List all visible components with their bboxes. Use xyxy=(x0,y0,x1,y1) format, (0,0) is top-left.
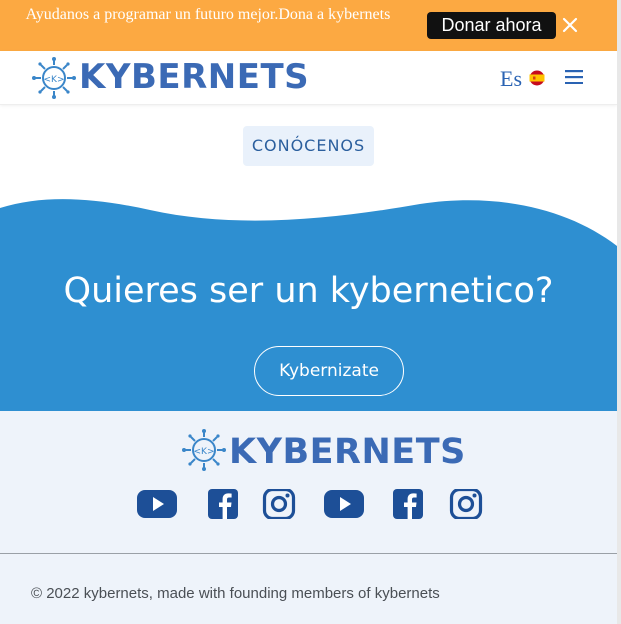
footer-brand-name: KYBERNETS xyxy=(229,432,466,472)
instagram-icon[interactable] xyxy=(259,489,299,519)
facebook-icon[interactable] xyxy=(203,489,243,519)
donation-banner-text: Ayudanos a programar un futuro mejor.Don… xyxy=(25,6,391,23)
scrollbar-track[interactable] xyxy=(617,0,621,624)
footer-logo[interactable]: <K> KYBERNETS xyxy=(180,429,465,473)
kybernizate-button[interactable]: Kybernizate xyxy=(254,346,404,396)
donation-banner: Ayudanos a programar un futuro mejor.Don… xyxy=(0,0,617,51)
logo-inner-text: <K> xyxy=(194,447,215,457)
language-selector[interactable]: Es xyxy=(500,67,522,91)
logo-mark-icon: <K> xyxy=(32,57,76,99)
footer-bottom: © 2022 kybernets, made with founding mem… xyxy=(0,554,617,624)
navbar: <K> KYBERNETS Es xyxy=(0,51,617,105)
logo-inner-text: <K> xyxy=(44,75,65,85)
youtube-icon[interactable] xyxy=(324,489,364,519)
brand-logo[interactable]: <K> KYBERNETS xyxy=(30,57,309,101)
spain-flag-icon[interactable] xyxy=(529,70,545,86)
brand-name: KYBERNETS xyxy=(79,57,310,97)
logo-mark-icon: <K> xyxy=(182,429,226,471)
cta-heading: Quieres ser un kybernetico? xyxy=(63,271,554,311)
youtube-icon[interactable] xyxy=(137,489,177,519)
about-us-button[interactable]: CONÓCENOS xyxy=(243,126,374,166)
donate-button[interactable]: Donar ahora xyxy=(427,12,556,39)
hamburger-menu-icon[interactable] xyxy=(565,70,583,84)
footer: <K> KYBERNETS xyxy=(0,411,617,554)
facebook-icon[interactable] xyxy=(388,489,428,519)
instagram-icon[interactable] xyxy=(446,489,486,519)
close-icon[interactable] xyxy=(561,16,579,34)
copyright-text: © 2022 kybernets, made with founding mem… xyxy=(31,585,440,602)
